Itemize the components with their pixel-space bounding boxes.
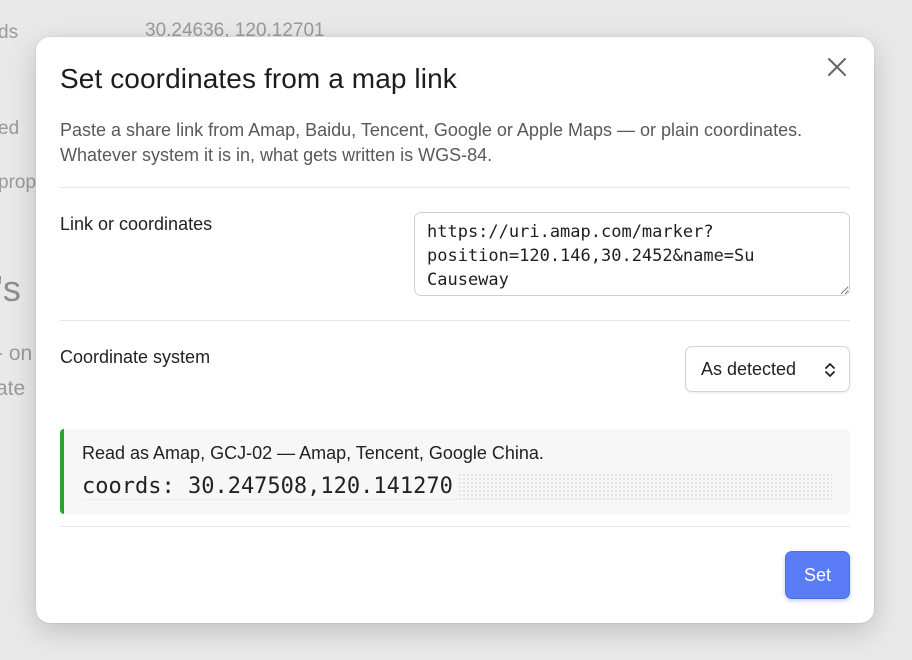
close-icon xyxy=(828,58,846,76)
detected-system-text: Read as Amap, GCJ-02 — Amap, Tencent, Go… xyxy=(82,443,544,463)
coordinate-system-label: Coordinate system xyxy=(60,347,211,367)
divider xyxy=(60,526,850,527)
coordinate-system-select[interactable]: As detected xyxy=(685,346,850,392)
bg-coords-label: ds xyxy=(0,22,19,43)
set-coordinates-dialog: Set coordinates from a map link Paste a … xyxy=(36,37,874,623)
link-input[interactable] xyxy=(414,212,850,296)
chevron-up-down-icon xyxy=(825,363,835,377)
set-button[interactable]: Set xyxy=(785,551,850,599)
dialog-title: Set coordinates from a map link xyxy=(60,63,457,94)
bg-text-fragment: ate xyxy=(0,377,26,400)
select-value: As detected xyxy=(701,358,797,379)
close-button[interactable] xyxy=(822,52,852,82)
bg-text-fragment: prop xyxy=(0,172,37,193)
link-field-label: Link or coordinates xyxy=(60,214,213,234)
divider xyxy=(60,187,850,188)
dialog-description: Paste a share link from Amap, Baidu, Ten… xyxy=(60,120,803,165)
detection-result: Read as Amap, GCJ-02 — Amap, Tencent, Go… xyxy=(60,429,850,514)
bg-heading-fragment: 's xyxy=(0,268,21,309)
coords-readout-area: coords: 30.247508,120.141270 xyxy=(82,473,832,501)
bg-text-fragment: - on xyxy=(0,342,33,365)
bg-text-fragment: ed xyxy=(0,118,20,139)
coords-readout: coords: 30.247508,120.141270 xyxy=(82,474,457,499)
divider xyxy=(60,320,850,321)
